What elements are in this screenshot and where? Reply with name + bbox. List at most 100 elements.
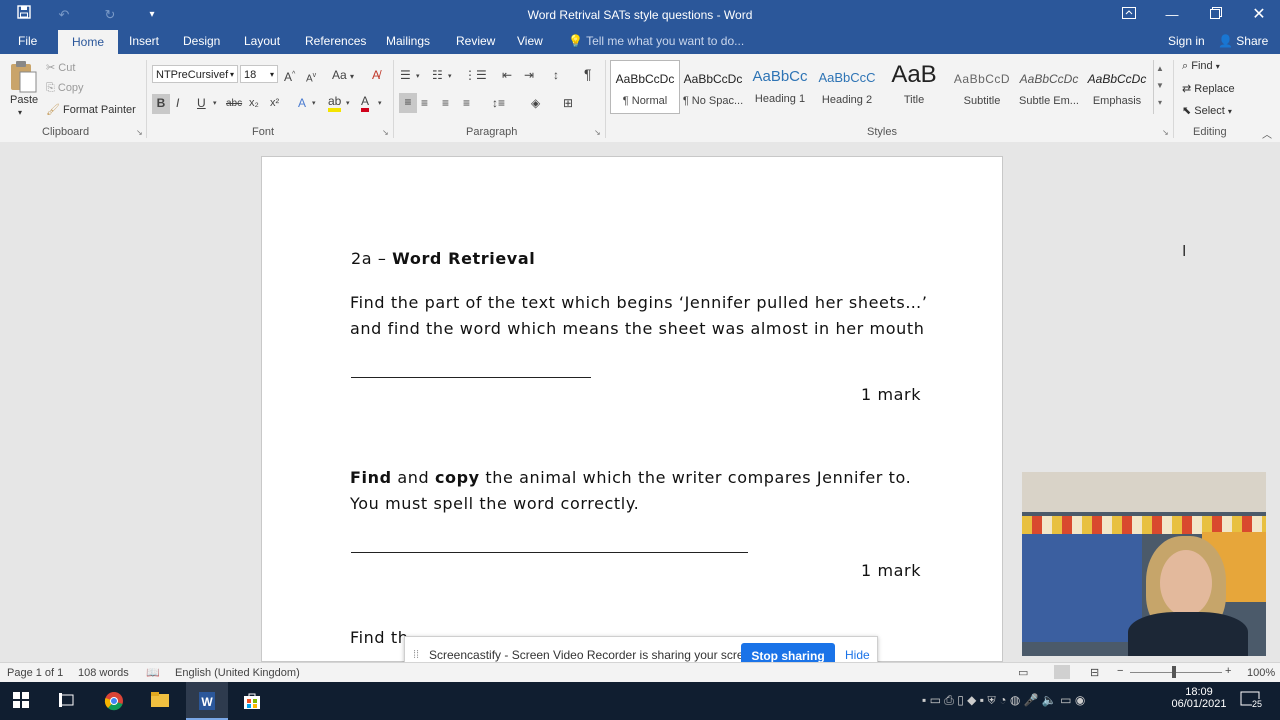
style-subtle-emphasis[interactable]: AaBbCcDc Subtle Em... bbox=[1016, 62, 1082, 112]
zoom-slider-thumb[interactable] bbox=[1172, 666, 1176, 678]
tab-layout[interactable]: Layout bbox=[244, 34, 280, 48]
style-normal[interactable]: AaBbCcDc ¶ Normal bbox=[612, 62, 678, 112]
font-launcher-icon[interactable]: ↘ bbox=[382, 128, 389, 137]
tell-me-box[interactable]: 💡 Tell me what you want to do... bbox=[568, 34, 744, 48]
grow-font-button[interactable]: A^ bbox=[284, 66, 295, 86]
superscript-button[interactable]: x² bbox=[270, 94, 279, 112]
chevron-down-icon[interactable]: ▾ bbox=[346, 95, 350, 113]
tab-references[interactable]: References bbox=[305, 34, 366, 48]
align-right-icon[interactable]: ≡ bbox=[442, 94, 449, 112]
paragraph-launcher-icon[interactable]: ↘ bbox=[594, 128, 601, 137]
style-heading-2[interactable]: AaBbCcC Heading 2 bbox=[814, 62, 880, 112]
ribbon-display-options-icon[interactable] bbox=[1119, 5, 1139, 25]
style-heading-1[interactable]: AaBbCc Heading 1 bbox=[747, 62, 813, 112]
align-center-icon[interactable]: ≡ bbox=[421, 94, 428, 112]
tab-mailings[interactable]: Mailings bbox=[386, 34, 430, 48]
scroll-up-icon[interactable]: ▲ bbox=[1154, 60, 1166, 77]
decrease-indent-icon[interactable]: ⇤ bbox=[502, 66, 512, 84]
paste-button[interactable]: Paste bbox=[10, 94, 38, 106]
tray-icons[interactable]: ▪ ▭ ⎙ ▯ ◆ ▪ ⛨ ◔ ◍ 🎤 🔈 ▭ ◉ bbox=[922, 693, 1085, 708]
zoom-slider[interactable] bbox=[1130, 672, 1222, 673]
style-title[interactable]: AaB Title bbox=[881, 62, 947, 112]
tab-insert[interactable]: Insert bbox=[129, 34, 159, 48]
zoom-in-icon[interactable]: + bbox=[1225, 665, 1231, 677]
paste-dropdown-icon[interactable]: ▾ bbox=[18, 108, 22, 117]
line-spacing-icon[interactable]: ↕≡ bbox=[492, 94, 505, 112]
task-view-icon[interactable] bbox=[58, 691, 80, 711]
multilevel-list-icon[interactable]: ⋮☰ bbox=[464, 66, 487, 84]
bold-button[interactable]: B bbox=[152, 94, 170, 114]
collapse-ribbon-icon[interactable]: ︿ bbox=[1262, 126, 1272, 141]
tab-home[interactable]: Home bbox=[58, 30, 119, 54]
word-count[interactable]: 108 words bbox=[78, 667, 129, 679]
notifications-icon[interactable]: 25 bbox=[1240, 691, 1263, 712]
chevron-down-icon[interactable]: ▾ bbox=[448, 68, 452, 86]
bullets-icon[interactable]: ☰ bbox=[400, 66, 411, 84]
show-formatting-icon[interactable]: ¶ bbox=[584, 65, 592, 83]
cut-button[interactable]: ✂ Cut bbox=[46, 61, 75, 74]
chevron-down-icon[interactable]: ▾ bbox=[416, 68, 420, 86]
proofing-icon[interactable]: 📖 bbox=[146, 666, 160, 679]
share-button[interactable]: 👤 Share bbox=[1218, 34, 1268, 48]
style-subtitle[interactable]: AaBbCcD Subtitle bbox=[949, 62, 1015, 112]
underline-button[interactable]: U bbox=[197, 94, 206, 112]
copy-button[interactable]: ⎘ Copy bbox=[46, 82, 84, 95]
drag-handle-icon[interactable]: ⁞⁞ bbox=[413, 649, 419, 661]
font-color-icon[interactable]: A bbox=[361, 92, 370, 112]
document-page[interactable]: 2a – Word Retrieval Find the part of the… bbox=[261, 156, 1003, 662]
borders-icon[interactable]: ⊞ bbox=[563, 94, 573, 112]
styles-scroll[interactable]: ▲ ▼ ▾ bbox=[1153, 60, 1166, 114]
font-name-box[interactable]: NTPreCursivef ▾ bbox=[152, 65, 238, 83]
find-button[interactable]: ⌕ Find ▾ bbox=[1182, 60, 1220, 73]
tab-review[interactable]: Review bbox=[456, 34, 495, 48]
sort-icon[interactable]: ↕ bbox=[553, 66, 559, 84]
shading-icon[interactable]: ◈ bbox=[531, 94, 540, 112]
increase-indent-icon[interactable]: ⇥ bbox=[524, 66, 534, 84]
tab-design[interactable]: Design bbox=[183, 34, 220, 48]
text-effects-icon[interactable]: A bbox=[298, 94, 306, 112]
read-mode-icon[interactable]: ▭ bbox=[1018, 666, 1028, 679]
chevron-down-icon[interactable]: ▾ bbox=[213, 95, 217, 113]
replace-button[interactable]: ⇄ Replace bbox=[1182, 82, 1235, 95]
tab-view[interactable]: View bbox=[517, 34, 543, 48]
format-painter-button[interactable]: 🖌 Format Painter bbox=[46, 103, 136, 116]
style-emphasis[interactable]: AaBbCcDc Emphasis bbox=[1084, 62, 1150, 112]
print-layout-icon[interactable] bbox=[1054, 665, 1070, 679]
hide-button[interactable]: Hide bbox=[845, 648, 870, 662]
chrome-icon[interactable] bbox=[104, 691, 126, 711]
select-button[interactable]: ⬉ Select ▾ bbox=[1182, 104, 1232, 117]
justify-icon[interactable]: ≡ bbox=[463, 94, 470, 112]
windows-start-icon[interactable] bbox=[12, 691, 34, 711]
strikethrough-button[interactable]: abc bbox=[226, 95, 242, 113]
highlight-icon[interactable]: ab bbox=[328, 92, 342, 112]
italic-button[interactable]: I bbox=[176, 94, 179, 112]
scroll-down-icon[interactable]: ▼ bbox=[1154, 77, 1166, 94]
close-icon[interactable]: ✕ bbox=[1249, 5, 1269, 25]
zoom-out-icon[interactable]: − bbox=[1117, 665, 1123, 677]
store-icon[interactable] bbox=[242, 691, 264, 711]
numbering-icon[interactable]: ☷ bbox=[432, 66, 443, 84]
chevron-down-icon[interactable]: ▾ bbox=[312, 95, 316, 113]
more-styles-icon[interactable]: ▾ bbox=[1154, 94, 1166, 111]
word-taskbar-button[interactable]: W bbox=[186, 682, 228, 720]
font-size-box[interactable]: 18 ▾ bbox=[240, 65, 278, 83]
page-count[interactable]: Page 1 of 1 bbox=[7, 667, 63, 679]
language-indicator[interactable]: English (United Kingdom) bbox=[175, 667, 300, 679]
tab-file[interactable]: File bbox=[18, 34, 37, 48]
change-case-button[interactable]: Aa ▾ bbox=[332, 66, 354, 86]
style-no-spacing[interactable]: AaBbCcDc ¶ No Spac... bbox=[680, 62, 746, 112]
restore-icon[interactable] bbox=[1206, 5, 1226, 25]
paste-icon[interactable] bbox=[8, 60, 40, 94]
shrink-font-button[interactable]: Av bbox=[306, 67, 316, 88]
minimize-icon[interactable]: — bbox=[1162, 5, 1182, 25]
web-layout-icon[interactable]: ⊟ bbox=[1090, 666, 1099, 679]
clock[interactable]: 18:09 06/01/2021 bbox=[1168, 686, 1230, 710]
clear-formatting-icon[interactable]: A̸ bbox=[372, 66, 380, 84]
styles-launcher-icon[interactable]: ↘ bbox=[1162, 128, 1169, 137]
align-left-icon[interactable]: ≡ bbox=[399, 93, 417, 113]
chevron-down-icon[interactable]: ▾ bbox=[378, 95, 382, 113]
subscript-button[interactable]: x₂ bbox=[249, 94, 259, 112]
sign-in-link[interactable]: Sign in bbox=[1168, 34, 1205, 48]
file-explorer-icon[interactable] bbox=[150, 691, 172, 711]
zoom-level[interactable]: 100% bbox=[1247, 667, 1275, 679]
